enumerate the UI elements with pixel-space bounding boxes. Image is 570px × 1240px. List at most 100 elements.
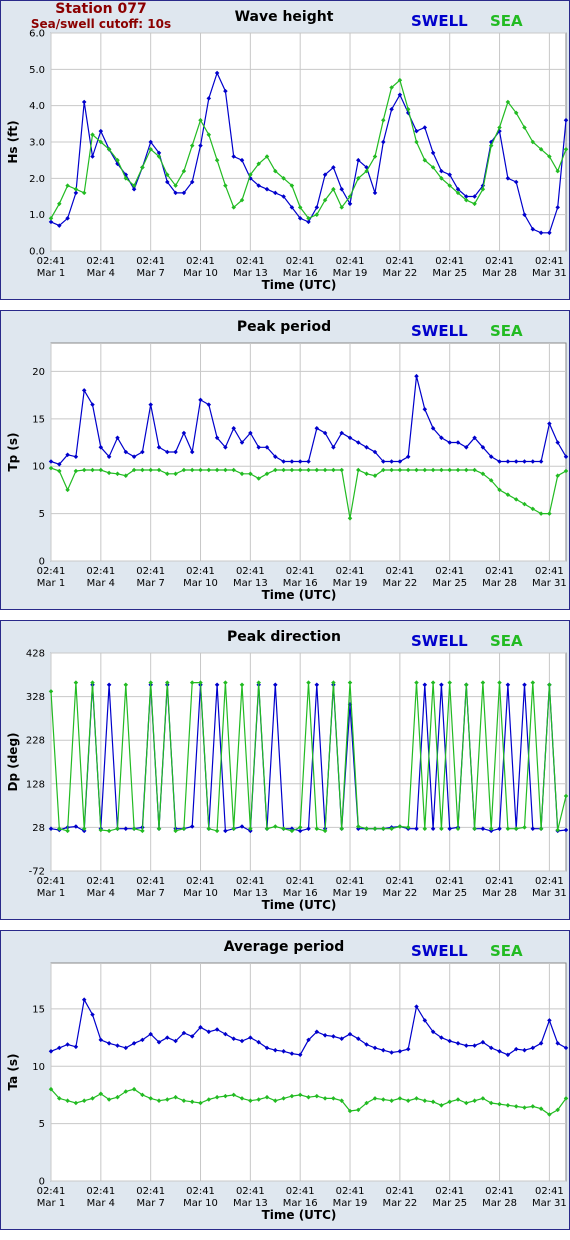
x-axis-label: Time (UTC) — [262, 1208, 337, 1222]
x-tick-date: Mar 22 — [382, 888, 417, 899]
x-tick-time: 02:41 — [136, 256, 165, 267]
peak-direction-panel: -72 28 128 228 328 428 02:41 Mar 1 02:41 Mar 4 02:… — [0, 620, 570, 920]
x-tick-time: 02:41 — [186, 566, 215, 577]
x-tick-date: Mar 28 — [482, 578, 517, 589]
x-tick-date: Mar 7 — [136, 888, 164, 899]
wave-height-panel: Station 077 Sea/swell cutoff: 10s 0.0 1.0… — [0, 0, 570, 300]
y-tick-label: 28 — [32, 823, 45, 834]
x-tick-date: Mar 4 — [87, 888, 115, 899]
x-tick-time: 02:41 — [336, 1186, 365, 1197]
y-tick-label: 10 — [32, 462, 45, 473]
x-tick-time: 02:41 — [435, 1186, 464, 1197]
x-tick-date: Mar 22 — [382, 268, 417, 279]
y-tick-label: 3.0 — [29, 138, 45, 149]
x-tick-date: Mar 1 — [37, 888, 65, 899]
x-axis-label: Time (UTC) — [262, 588, 337, 602]
x-tick-time: 02:41 — [286, 876, 315, 887]
x-tick-time: 02:41 — [336, 256, 365, 267]
x-tick-date: Mar 28 — [482, 888, 517, 899]
x-tick-date: Mar 4 — [87, 1198, 115, 1209]
x-tick-date: Mar 7 — [136, 1198, 164, 1209]
average-period-panel: 0 5 10 15 02:41 Mar 1 02:41 Mar 4 02:41 Mar 7 02:4… — [0, 930, 570, 1230]
x-tick-date: Mar 31 — [532, 268, 567, 279]
y-tick-label: 5 — [39, 1119, 45, 1130]
x-tick-time: 02:41 — [385, 256, 414, 267]
y-tick-label: 4.0 — [29, 101, 45, 112]
y-tick-label: 10 — [32, 1062, 45, 1073]
legend-sea: SEA — [490, 12, 523, 30]
x-tick-time: 02:41 — [485, 876, 514, 887]
x-tick-time: 02:41 — [385, 876, 414, 887]
x-axis-label: Time (UTC) — [262, 278, 337, 292]
x-tick-time: 02:41 — [336, 566, 365, 577]
y-tick-label: 328 — [26, 692, 45, 703]
y-tick-label: 428 — [26, 649, 45, 660]
legend-swell: SWELL — [411, 942, 468, 960]
x-tick-time: 02:41 — [37, 256, 66, 267]
legend-sea: SEA — [490, 632, 523, 650]
x-tick-date: Mar 31 — [532, 1198, 567, 1209]
x-tick-time: 02:41 — [86, 256, 115, 267]
x-tick-time: 02:41 — [435, 876, 464, 887]
legend-sea: SEA — [490, 942, 523, 960]
x-tick-time: 02:41 — [86, 876, 115, 887]
x-tick-time: 02:41 — [286, 566, 315, 577]
x-tick-time: 02:41 — [86, 566, 115, 577]
x-tick-time: 02:41 — [186, 876, 215, 887]
x-tick-time: 02:41 — [535, 566, 564, 577]
peak-period-chart: 0510152002:41Mar 102:41Mar 402:41Mar 702… — [6, 319, 569, 602]
x-tick-time: 02:41 — [286, 1186, 315, 1197]
x-tick-date: Mar 31 — [532, 578, 567, 589]
x-tick-time: 02:41 — [37, 876, 66, 887]
x-tick-date: Mar 25 — [432, 578, 467, 589]
y-tick-label: 20 — [32, 367, 45, 378]
y-tick-label: 1.0 — [29, 210, 45, 221]
x-tick-date: Mar 4 — [87, 578, 115, 589]
x-tick-date: Mar 19 — [333, 1198, 368, 1209]
x-tick-time: 02:41 — [136, 566, 165, 577]
y-tick-label: 15 — [32, 414, 45, 425]
x-tick-date: Mar 31 — [532, 888, 567, 899]
plot-area — [50, 342, 567, 562]
x-tick-date: Mar 25 — [432, 888, 467, 899]
x-tick-date: Mar 10 — [183, 888, 218, 899]
x-tick-time: 02:41 — [535, 1186, 564, 1197]
x-tick-date: Mar 1 — [37, 578, 65, 589]
peak-period-panel: 0 5 10 15 20 02:41 Mar 1 02:41 Mar 4 02:41 Mar 7 02… — [0, 310, 570, 610]
x-tick-date: Mar 25 — [432, 1198, 467, 1209]
legend-swell: SWELL — [411, 322, 468, 340]
y-axis-label: Ta (s) — [6, 1053, 20, 1090]
x-tick-date: Mar 19 — [333, 888, 368, 899]
x-tick-time: 02:41 — [236, 566, 265, 577]
chart-title: Peak period — [237, 319, 331, 335]
x-tick-time: 02:41 — [37, 566, 66, 577]
x-tick-date: Mar 28 — [482, 1198, 517, 1209]
chart-title: Peak direction — [227, 629, 341, 645]
x-tick-date: Mar 19 — [333, 578, 368, 589]
x-tick-date: Mar 10 — [183, 578, 218, 589]
legend-sea: SEA — [490, 322, 523, 340]
x-tick-date: Mar 4 — [87, 268, 115, 279]
x-tick-date: Mar 1 — [37, 268, 65, 279]
x-axis-label: Time (UTC) — [262, 898, 337, 912]
x-tick-time: 02:41 — [435, 256, 464, 267]
average-period-chart: 05101502:41Mar 102:41Mar 402:41Mar 702:4… — [6, 939, 569, 1222]
x-tick-time: 02:41 — [186, 1186, 215, 1197]
x-tick-date: Mar 7 — [136, 268, 164, 279]
legend-swell: SWELL — [411, 632, 468, 650]
plot-area — [50, 962, 567, 1182]
y-tick-label: 5.0 — [29, 65, 45, 76]
x-tick-date: Mar 7 — [136, 578, 164, 589]
x-tick-time: 02:41 — [535, 876, 564, 887]
x-tick-date: Mar 25 — [432, 268, 467, 279]
x-tick-time: 02:41 — [385, 1186, 414, 1197]
y-tick-label: 2.0 — [29, 174, 45, 185]
x-tick-date: Mar 19 — [333, 268, 368, 279]
x-tick-time: 02:41 — [336, 876, 365, 887]
x-tick-date: Mar 28 — [482, 268, 517, 279]
y-axis-label: Dp (deg) — [6, 732, 20, 791]
x-tick-time: 02:41 — [535, 256, 564, 267]
x-tick-time: 02:41 — [485, 256, 514, 267]
x-tick-time: 02:41 — [435, 566, 464, 577]
x-tick-date: Mar 22 — [382, 578, 417, 589]
